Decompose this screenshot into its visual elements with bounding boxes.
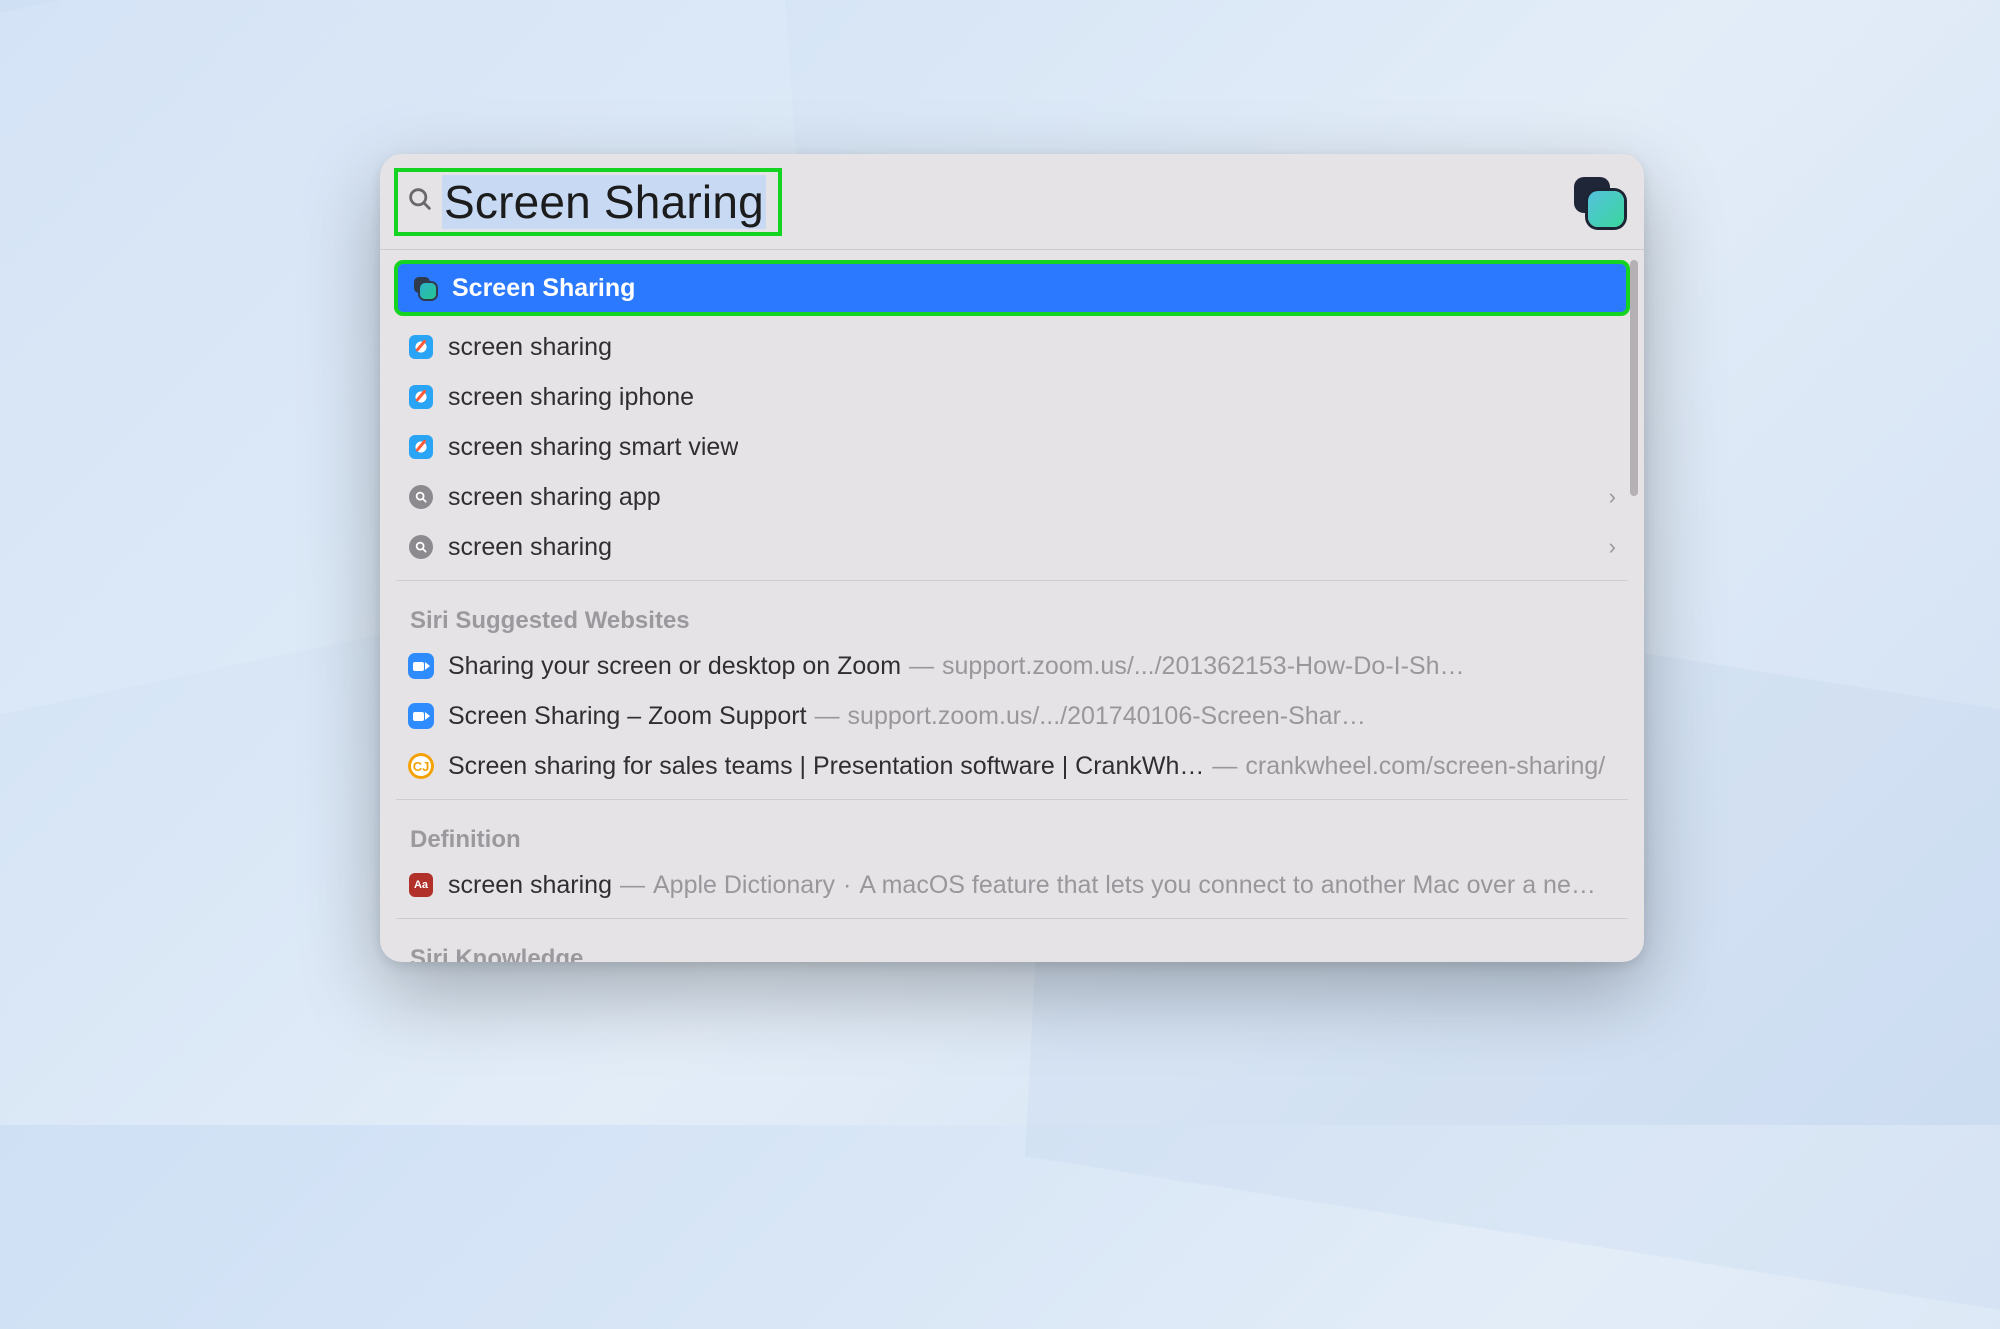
separator: —	[909, 652, 934, 681]
result-url: crankwheel.com/screen-sharing/	[1245, 752, 1605, 781]
result-top-hit[interactable]: Screen Sharing	[394, 260, 1630, 316]
divider	[396, 918, 1628, 919]
result-url: support.zoom.us/.../201362153-How-Do-I-S…	[942, 652, 1464, 681]
result-suggestion[interactable]: screen sharing smart view	[394, 422, 1630, 472]
search-row: Screen Sharing	[380, 154, 1644, 250]
definition-term: screen sharing	[448, 871, 612, 900]
crankwheel-icon: CJ	[408, 753, 434, 779]
section-header-definition: Definition	[394, 808, 1630, 860]
result-website[interactable]: Sharing your screen or desktop on Zoom —…	[394, 641, 1630, 691]
siri-search-icon	[408, 534, 434, 560]
chevron-right-icon: ›	[1609, 484, 1616, 510]
result-url: support.zoom.us/.../201740106-Screen-Sha…	[848, 702, 1366, 731]
separator: —	[620, 871, 645, 900]
separator-dot: ·	[843, 871, 851, 900]
result-website[interactable]: Screen Sharing – Zoom Support — support.…	[394, 691, 1630, 741]
result-label: screen sharing	[448, 533, 612, 562]
search-input[interactable]: Screen Sharing	[442, 175, 766, 229]
top-hit-app-icon	[1574, 177, 1624, 227]
separator: —	[815, 702, 840, 731]
spotlight-window: Screen Sharing Screen Sharing screen sha…	[380, 154, 1644, 962]
result-definition[interactable]: Aa screen sharing — Apple Dictionary · A…	[394, 860, 1630, 910]
result-label: screen sharing app	[448, 483, 661, 512]
result-label: screen sharing iphone	[448, 383, 694, 412]
result-title: Sharing your screen or desktop on Zoom	[448, 652, 901, 681]
siri-search-icon	[408, 484, 434, 510]
definition-source: Apple Dictionary	[653, 871, 835, 900]
zoom-icon	[408, 653, 434, 679]
definition-body: A macOS feature that lets you connect to…	[859, 871, 1596, 900]
screen-sharing-icon	[412, 275, 438, 301]
section-header-websites: Siri Suggested Websites	[394, 589, 1630, 641]
safari-icon	[408, 334, 434, 360]
result-label: Screen Sharing	[452, 274, 635, 303]
result-website[interactable]: CJ Screen sharing for sales teams | Pres…	[394, 741, 1630, 791]
scrollbar[interactable]	[1630, 260, 1638, 496]
safari-icon	[408, 384, 434, 410]
search-input-highlight: Screen Sharing	[394, 168, 782, 236]
result-suggestion[interactable]: screen sharing iphone	[394, 372, 1630, 422]
result-suggestion[interactable]: screen sharing app ›	[394, 472, 1630, 522]
search-icon	[406, 185, 434, 218]
result-title: Screen sharing for sales teams | Present…	[448, 752, 1204, 781]
section-header-knowledge: Siri Knowledge	[394, 927, 1630, 962]
result-title: Screen Sharing – Zoom Support	[448, 702, 807, 731]
result-label: screen sharing	[448, 333, 612, 362]
result-label: screen sharing smart view	[448, 433, 738, 462]
safari-icon	[408, 434, 434, 460]
screen-sharing-icon	[1574, 177, 1624, 227]
zoom-icon	[408, 703, 434, 729]
result-suggestion[interactable]: screen sharing ›	[394, 522, 1630, 572]
separator: —	[1212, 752, 1237, 781]
chevron-right-icon: ›	[1609, 534, 1616, 560]
results-list: Screen Sharing screen sharing screen sha…	[380, 250, 1644, 962]
divider	[396, 799, 1628, 800]
dictionary-icon: Aa	[408, 872, 434, 898]
result-suggestion[interactable]: screen sharing	[394, 322, 1630, 372]
divider	[396, 580, 1628, 581]
